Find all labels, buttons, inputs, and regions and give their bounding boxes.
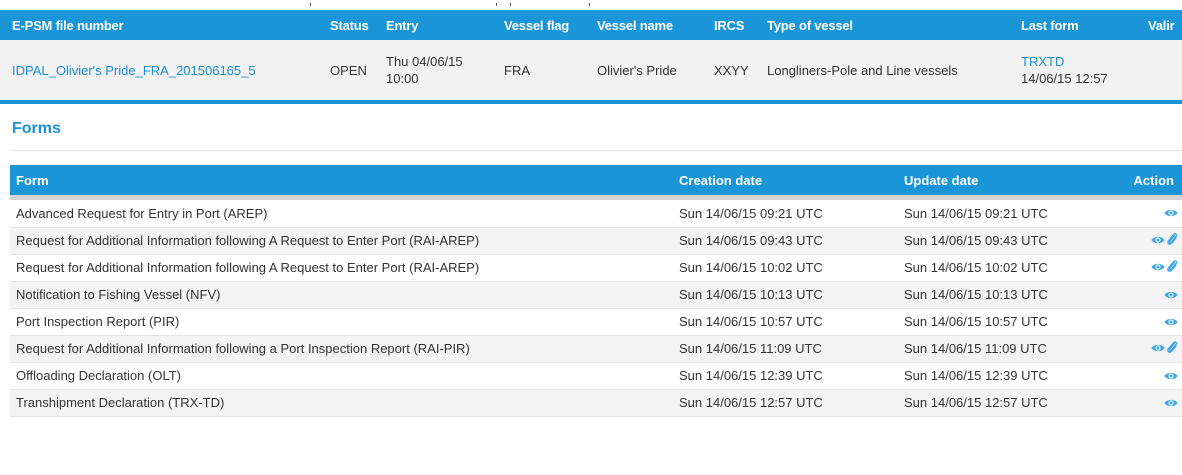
last-form-link[interactable]: TRXTD (1021, 53, 1140, 70)
eye-icon[interactable] (1151, 260, 1165, 275)
paperclip-icon[interactable] (1166, 340, 1178, 357)
update-date: Sun 14/06/15 12:39 UTC (904, 368, 1048, 383)
vessel-flag-value: FRA (504, 62, 530, 78)
col-form[interactable]: Form (10, 165, 673, 195)
eye-icon[interactable] (1164, 396, 1178, 411)
forms-table: Form Creation date Update date Action Ad… (10, 165, 1182, 417)
status-value: OPEN (330, 62, 367, 78)
action-cell (1104, 308, 1182, 335)
update-date: Sun 14/06/15 09:43 UTC (904, 233, 1048, 248)
creation-date: Sun 14/06/15 09:43 UTC (679, 233, 823, 248)
validation-value (1144, 40, 1182, 102)
vessel-row: IDPAL_Olivier's Pride_FRA_201506165_5 OP… (0, 40, 1182, 102)
form-name: Port Inspection Report (PIR) (16, 314, 180, 329)
update-date: Sun 14/06/15 10:57 UTC (904, 314, 1048, 329)
col-vessel-name[interactable]: Vessel name (593, 10, 710, 40)
form-name: Request for Additional Information follo… (16, 341, 470, 356)
action-cell (1104, 200, 1182, 227)
top-edge-marks (0, 0, 1182, 10)
col-last-form[interactable]: Last form (1017, 10, 1144, 40)
vessel-summary-table: E-PSM file number Status Entry Vessel fl… (0, 10, 1182, 104)
eye-icon[interactable] (1151, 233, 1165, 248)
paperclip-icon[interactable] (1166, 232, 1178, 249)
form-row[interactable]: Request for Additional Information follo… (10, 227, 1182, 254)
forms-table-header: Form Creation date Update date Action (10, 165, 1182, 195)
last-form-date: 14/06/15 12:57 (1021, 71, 1108, 86)
eye-icon[interactable] (1164, 288, 1178, 303)
update-date: Sun 14/06/15 12:57 UTC (904, 395, 1048, 410)
creation-date: Sun 14/06/15 11:09 UTC (679, 341, 822, 356)
creation-date: Sun 14/06/15 12:57 UTC (679, 395, 823, 410)
entry-date: Thu 04/06/15 (386, 54, 463, 69)
vessel-table-header: E-PSM file number Status Entry Vessel fl… (0, 10, 1182, 40)
form-name: Transhipment Declaration (TRX-TD) (16, 395, 225, 410)
col-creation-date[interactable]: Creation date (673, 165, 892, 195)
update-date: Sun 14/06/15 11:09 UTC (904, 341, 1047, 356)
creation-date: Sun 14/06/15 10:02 UTC (679, 260, 823, 275)
form-row[interactable]: Transhipment Declaration (TRX-TD) Sun 14/… (10, 389, 1182, 416)
eye-icon[interactable] (1164, 206, 1178, 221)
action-cell (1104, 281, 1182, 308)
creation-date: Sun 14/06/15 12:39 UTC (679, 368, 823, 383)
form-name: Notification to Fishing Vessel (NFV) (16, 287, 221, 302)
form-row[interactable]: Request for Additional Information follo… (10, 254, 1182, 281)
action-cell (1104, 227, 1182, 254)
action-cell (1104, 335, 1182, 362)
form-row[interactable]: Request for Additional Information follo… (10, 335, 1182, 362)
form-name: Request for Additional Information follo… (16, 260, 480, 275)
col-file-number[interactable]: E-PSM file number (0, 10, 326, 40)
col-update-date[interactable]: Update date (892, 165, 1104, 195)
col-status[interactable]: Status (326, 10, 382, 40)
vessel-name-value: Olivier's Pride (597, 62, 677, 78)
creation-date: Sun 14/06/15 09:21 UTC (679, 205, 823, 221)
col-validation[interactable]: Valir (1144, 10, 1182, 40)
eye-icon[interactable] (1164, 315, 1178, 330)
form-name: Request for Additional Information follo… (16, 233, 480, 248)
entry-time: 10:00 (386, 71, 419, 86)
col-entry[interactable]: Entry (382, 10, 500, 40)
form-row[interactable]: Port Inspection Report (PIR) Sun 14/06/15… (10, 308, 1182, 335)
update-date: Sun 14/06/15 10:13 UTC (904, 287, 1048, 302)
update-date: Sun 14/06/15 10:02 UTC (904, 260, 1048, 275)
creation-date: Sun 14/06/15 10:57 UTC (679, 314, 823, 329)
last-form-value: TRXTD 14/06/15 12:57 (1017, 40, 1144, 102)
form-name: Offloading Declaration (OLT) (16, 368, 181, 383)
forms-heading: Forms (12, 120, 61, 137)
ircs-value: XXYY (714, 62, 749, 78)
action-cell (1104, 389, 1182, 416)
form-row[interactable]: Notification to Fishing Vessel (NFV) Sun … (10, 281, 1182, 308)
file-number-link[interactable]: IDPAL_Olivier's Pride_FRA_201506165_5 (12, 63, 256, 78)
type-of-vessel-value: Longliners-Pole and Line vessels (767, 62, 958, 78)
forms-divider (10, 150, 1182, 151)
col-type-of-vessel[interactable]: Type of vessel (763, 10, 1017, 40)
eye-icon[interactable] (1151, 341, 1165, 356)
col-ircs[interactable]: IRCS (710, 10, 763, 40)
action-cell (1104, 362, 1182, 389)
eye-icon[interactable] (1164, 369, 1178, 384)
form-name: Advanced Request for Entry in Port (AREP… (16, 205, 268, 221)
col-vessel-flag[interactable]: Vessel flag (500, 10, 593, 40)
action-cell (1104, 254, 1182, 281)
paperclip-icon[interactable] (1166, 259, 1178, 276)
entry-value: Thu 04/06/15 10:00 (382, 40, 500, 102)
form-row[interactable]: Advanced Request for Entry in Port (AREP… (10, 200, 1182, 227)
form-row[interactable]: Offloading Declaration (OLT) Sun 14/06/15… (10, 362, 1182, 389)
col-action: Action (1133, 172, 1174, 188)
creation-date: Sun 14/06/15 10:13 UTC (679, 287, 823, 302)
update-date: Sun 14/06/15 09:21 UTC (904, 205, 1048, 221)
